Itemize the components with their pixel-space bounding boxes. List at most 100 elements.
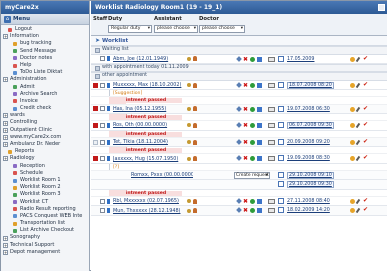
info-icon[interactable] (187, 106, 191, 111)
window-restore-icon[interactable] (378, 4, 385, 11)
nav-item[interactable]: + Administration (1, 76, 89, 83)
person-icon[interactable] (193, 198, 197, 204)
worklist-heading[interactable]: ➤ Worklist (91, 36, 387, 46)
row-checkbox[interactable] (100, 106, 105, 112)
pin-icon[interactable] (236, 207, 242, 214)
mail-icon[interactable] (268, 198, 275, 204)
calendar-icon[interactable] (278, 155, 284, 162)
appointment-date-link[interactable]: 27.11.2008 08:40 (287, 197, 330, 206)
create-request-select[interactable]: Create request (234, 171, 270, 179)
nav-item[interactable]: Archive Search (1, 91, 89, 98)
delete-icon[interactable]: ✖ (243, 106, 248, 112)
check-icon[interactable]: ✔ (363, 55, 368, 61)
row-checkbox[interactable] (100, 139, 105, 145)
appointment-date-link[interactable]: 20.09.2008 09:20 (287, 138, 330, 147)
assistant-select[interactable]: please choose (154, 25, 198, 33)
patient-row[interactable]: Jaxxxxx, Hug (15.07.1950) ✖ 19.09.2008 08:… (91, 154, 387, 164)
nav-item[interactable]: Reception (1, 163, 89, 170)
calendar-icon[interactable] (278, 207, 284, 214)
pen-icon[interactable] (355, 56, 361, 62)
mail-icon[interactable] (268, 156, 275, 162)
nav-item[interactable]: Worklist CT (1, 199, 89, 206)
delete-icon[interactable]: ✖ (243, 82, 248, 88)
menu-header[interactable]: ⌂ Menu (1, 14, 89, 25)
nav-item[interactable]: Worklist Room 2 (1, 184, 89, 191)
edit-icon[interactable] (257, 82, 262, 88)
check-icon[interactable]: ✔ (363, 155, 368, 161)
info-icon[interactable] (187, 140, 191, 144)
patient-name-link[interactable]: Abm, Joe (12.01.1949) (113, 56, 185, 62)
mail-icon[interactable] (268, 139, 275, 145)
appointment-date-link[interactable]: 18.02.2009 14:20 (287, 206, 330, 215)
calendar-icon[interactable] (278, 181, 284, 188)
patient-name-link[interactable]: Tet, Tikia (18.11.2004) (113, 139, 185, 145)
pen-icon[interactable] (355, 106, 361, 112)
patient-name-link[interactable]: Mun, Thxxxxx (28.12.1948) (113, 208, 185, 214)
nav-item[interactable]: + Outpatient Clinic (1, 127, 89, 134)
nav-item[interactable]: Invoice (1, 98, 89, 105)
expand-toggle-icon[interactable]: + (3, 120, 8, 126)
calendar-icon[interactable] (278, 122, 284, 129)
expand-toggle-icon[interactable]: + (3, 77, 8, 83)
pin-icon[interactable] (236, 82, 242, 88)
home-icon[interactable]: ⌂ (4, 15, 11, 23)
mail-icon[interactable] (268, 208, 275, 214)
check-icon[interactable]: ✔ (363, 122, 368, 128)
nav-item[interactable]: + Controlling (1, 119, 89, 126)
expand-toggle-icon[interactable]: + (3, 235, 8, 241)
expand-toggle-icon[interactable]: + (3, 34, 8, 40)
pin-icon[interactable] (236, 55, 242, 62)
delete-icon[interactable]: ✖ (243, 156, 248, 162)
delete-icon[interactable]: ✖ (243, 198, 248, 204)
appointment-date-link[interactable]: 19.07.2008 06:30 (287, 105, 330, 114)
edit-icon[interactable] (257, 208, 262, 214)
row-checkbox[interactable] (100, 198, 105, 204)
mail-icon[interactable] (268, 123, 275, 129)
section-today[interactable]: with appointment today 01.11.2009 (91, 63, 387, 73)
edit-icon[interactable] (257, 198, 262, 204)
accept-icon[interactable] (250, 106, 255, 112)
patient-row[interactable]: Mun, Thxxxxx (28.12.1948) ✖ 18.02.2009 14:… (91, 206, 387, 216)
delete-icon[interactable]: ✖ (243, 123, 248, 129)
patient-name-link[interactable]: Rbl, Mxxxxxx (02.07.1965) (113, 198, 185, 204)
pen-icon[interactable] (355, 82, 361, 89)
nav-item[interactable]: Transportation list (1, 220, 89, 227)
check-icon[interactable]: ✔ (363, 197, 368, 203)
person-icon[interactable] (193, 82, 197, 88)
nav-item[interactable]: ToDo Liste Diktat (1, 69, 89, 76)
row-checkbox[interactable] (100, 156, 105, 162)
appointment-date-link[interactable]: 06.07.2008 09:30 (287, 122, 334, 130)
nav-item[interactable]: Credit check (1, 105, 89, 112)
weather-icon[interactable] (350, 156, 355, 162)
accept-icon[interactable] (250, 156, 255, 162)
appointment-date-link[interactable]: 17.05.2009 (287, 55, 314, 64)
patient-row[interactable]: Tet, Tikia (18.11.2004) ✖ 20.09.2008 09:20… (91, 137, 387, 148)
row-checkbox[interactable] (100, 122, 105, 128)
nav-item[interactable]: Send Message (1, 48, 89, 55)
check-icon[interactable]: ✔ (363, 81, 368, 87)
nav-item[interactable]: + www.myCare2x.com (1, 134, 89, 141)
nav-item[interactable]: + Ambulanz Dr. Neder (1, 141, 89, 148)
patient-row[interactable]: Has, Ina (05.12.1955) ✖ 19.07.2008 06:30 ✔ (91, 104, 387, 115)
mail-icon[interactable] (268, 82, 275, 88)
weather-icon[interactable] (350, 106, 355, 112)
appointment-date-link[interactable]: 18.07.2008 08:20 (287, 81, 334, 89)
expand-toggle-icon[interactable]: + (3, 134, 8, 140)
nav-item[interactable]: List Archive Checkout (1, 227, 89, 234)
expand-toggle-icon[interactable]: + (3, 156, 8, 162)
person-icon[interactable] (193, 56, 197, 62)
patient-name-link[interactable]: Jaxxxxx, Hug (15.07.1950) (113, 156, 185, 162)
nav-item[interactable]: + Radiology (1, 155, 89, 162)
nav-item[interactable]: PACS Conquest WEB Inte (1, 213, 89, 220)
patient-name-link[interactable]: Romxx, Pxxx (00.00.0000) (131, 172, 193, 178)
section-waiting-list[interactable]: Waiting list (91, 46, 387, 55)
weather-icon[interactable] (350, 208, 355, 214)
calendar-icon[interactable] (278, 138, 284, 145)
edit-icon[interactable] (257, 106, 262, 112)
expand-toggle-icon[interactable]: + (3, 249, 8, 255)
edit-icon[interactable] (257, 56, 262, 62)
nav-item[interactable]: + Depot management (1, 249, 89, 256)
section-other[interactable]: other appointment (91, 72, 387, 81)
calendar-icon[interactable] (278, 197, 284, 204)
row-checkbox[interactable] (100, 208, 105, 214)
